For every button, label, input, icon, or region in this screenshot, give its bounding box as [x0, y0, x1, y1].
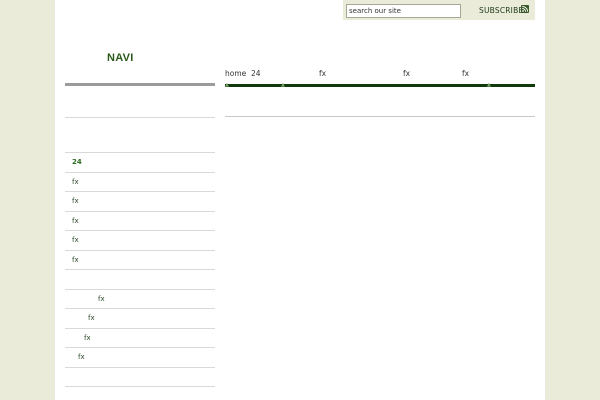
sidebar-divider [65, 230, 215, 231]
nav-marker-icon: ▲ [487, 82, 491, 88]
sidebar-heading: NAVI [107, 52, 134, 64]
sidebar-divider [65, 211, 215, 212]
sidebar-item[interactable]: fx [98, 295, 105, 304]
sidebar-item[interactable]: fx [72, 197, 79, 206]
sidebar-divider [65, 191, 215, 192]
sidebar-divider [65, 172, 215, 173]
sidebar-divider [65, 289, 215, 290]
nav-marker-icon: ▲ [281, 82, 285, 88]
page-container: SUBSCRIBE NAVI 24 fx fx fx fx fx fx fx f… [55, 0, 545, 400]
nav-item[interactable]: fx [403, 69, 410, 79]
sidebar-divider [65, 328, 215, 329]
sidebar-divider [65, 250, 215, 251]
sidebar-divider [65, 269, 215, 270]
sidebar-item[interactable]: fx [78, 353, 85, 362]
nav-item-24[interactable]: 24 [251, 69, 261, 79]
sidebar-divider [65, 347, 215, 348]
sidebar-divider [65, 308, 215, 309]
sidebar-item[interactable]: fx [72, 236, 79, 245]
sidebar-divider [65, 117, 215, 118]
subscribe-link[interactable]: SUBSCRIBE [479, 5, 523, 16]
sidebar-item-24[interactable]: 24 [72, 158, 82, 167]
search-bar: SUBSCRIBE [343, 0, 535, 20]
nav-item[interactable]: fx [462, 69, 469, 79]
sidebar-divider [65, 367, 215, 368]
nav-marker-icon: ▲ [225, 82, 229, 88]
search-input[interactable] [346, 4, 461, 18]
sidebar-item[interactable]: fx [72, 217, 79, 226]
nav-home[interactable]: home [225, 69, 246, 79]
sidebar-item[interactable]: fx [72, 178, 79, 187]
sidebar-item[interactable]: fx [88, 314, 95, 323]
sidebar-divider [65, 152, 215, 153]
sidebar-item[interactable]: fx [72, 256, 79, 265]
rss-icon[interactable] [521, 5, 529, 13]
nav-item[interactable]: fx [319, 69, 326, 79]
sidebar-divider [65, 386, 215, 387]
sidebar-divider-bar [65, 83, 215, 86]
content-divider [225, 116, 535, 117]
sidebar-item[interactable]: fx [84, 334, 91, 343]
